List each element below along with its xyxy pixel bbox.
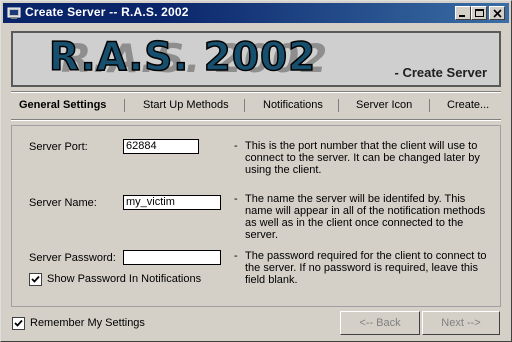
tab-bar: General Settings Start Up Methods Notifi…	[11, 93, 501, 119]
tab-start-up-methods[interactable]: Start Up Methods	[143, 99, 229, 111]
maximize-icon	[475, 9, 484, 17]
server-password-input[interactable]	[123, 250, 221, 265]
tab-separator	[244, 99, 245, 112]
tab-general-settings[interactable]: General Settings	[19, 99, 106, 111]
back-button[interactable]: <-- Back	[340, 311, 420, 335]
server-name-label: Server Name:	[29, 197, 97, 209]
server-name-description: - The name the server will be identifed …	[234, 193, 492, 241]
server-password-description-text: The password required for the client to …	[245, 250, 487, 286]
maximize-button[interactable]	[471, 6, 487, 20]
window-title: Create Server -- R.A.S. 2002	[25, 5, 189, 19]
show-password-checkbox[interactable]	[29, 273, 42, 286]
tab-separator	[338, 99, 339, 112]
server-name-input[interactable]: my_victim	[123, 195, 221, 210]
app-icon	[7, 6, 21, 20]
banner-subtitle: - Create Server	[394, 65, 488, 80]
tab-create[interactable]: Create...	[447, 99, 489, 111]
server-port-description-text: This is the port number that the client …	[245, 140, 480, 176]
checkmark-icon	[31, 275, 40, 283]
minimize-icon	[459, 15, 465, 17]
create-server-window: Create Server -- R.A.S. 2002 R.A.S. 2002…	[0, 0, 512, 342]
general-settings-panel: Server Port: 62884 - This is the port nu…	[11, 125, 501, 307]
checkmark-icon	[14, 319, 23, 327]
ras-logo: R.A.S. 2002	[48, 34, 317, 81]
tab-notifications[interactable]: Notifications	[263, 99, 323, 111]
server-port-label: Server Port:	[29, 141, 88, 153]
divider-tabs	[11, 119, 501, 121]
tab-server-icon[interactable]: Server Icon	[356, 99, 412, 111]
tab-separator	[124, 99, 125, 112]
server-port-description: - This is the port number that the clien…	[234, 140, 492, 176]
divider-top	[11, 91, 501, 93]
show-password-label[interactable]: Show Password In Notifications	[47, 273, 201, 285]
tab-separator	[429, 99, 430, 112]
server-password-description: - The password required for the client t…	[234, 250, 492, 286]
server-port-input[interactable]: 62884	[123, 139, 199, 154]
remember-settings-checkbox[interactable]	[12, 317, 25, 330]
remember-settings-label[interactable]: Remember My Settings	[30, 317, 145, 329]
next-button[interactable]: Next -->	[422, 311, 500, 335]
server-password-label: Server Password:	[29, 252, 116, 264]
header-banner: R.A.S. 2002 R.A.S. 2002 - Create Server	[11, 31, 501, 87]
close-button[interactable]	[489, 6, 505, 20]
close-icon	[493, 9, 502, 18]
title-bar[interactable]: Create Server -- R.A.S. 2002	[3, 3, 509, 23]
minimize-button[interactable]	[455, 6, 471, 20]
server-name-description-text: The name the server will be identifed by…	[245, 193, 486, 241]
